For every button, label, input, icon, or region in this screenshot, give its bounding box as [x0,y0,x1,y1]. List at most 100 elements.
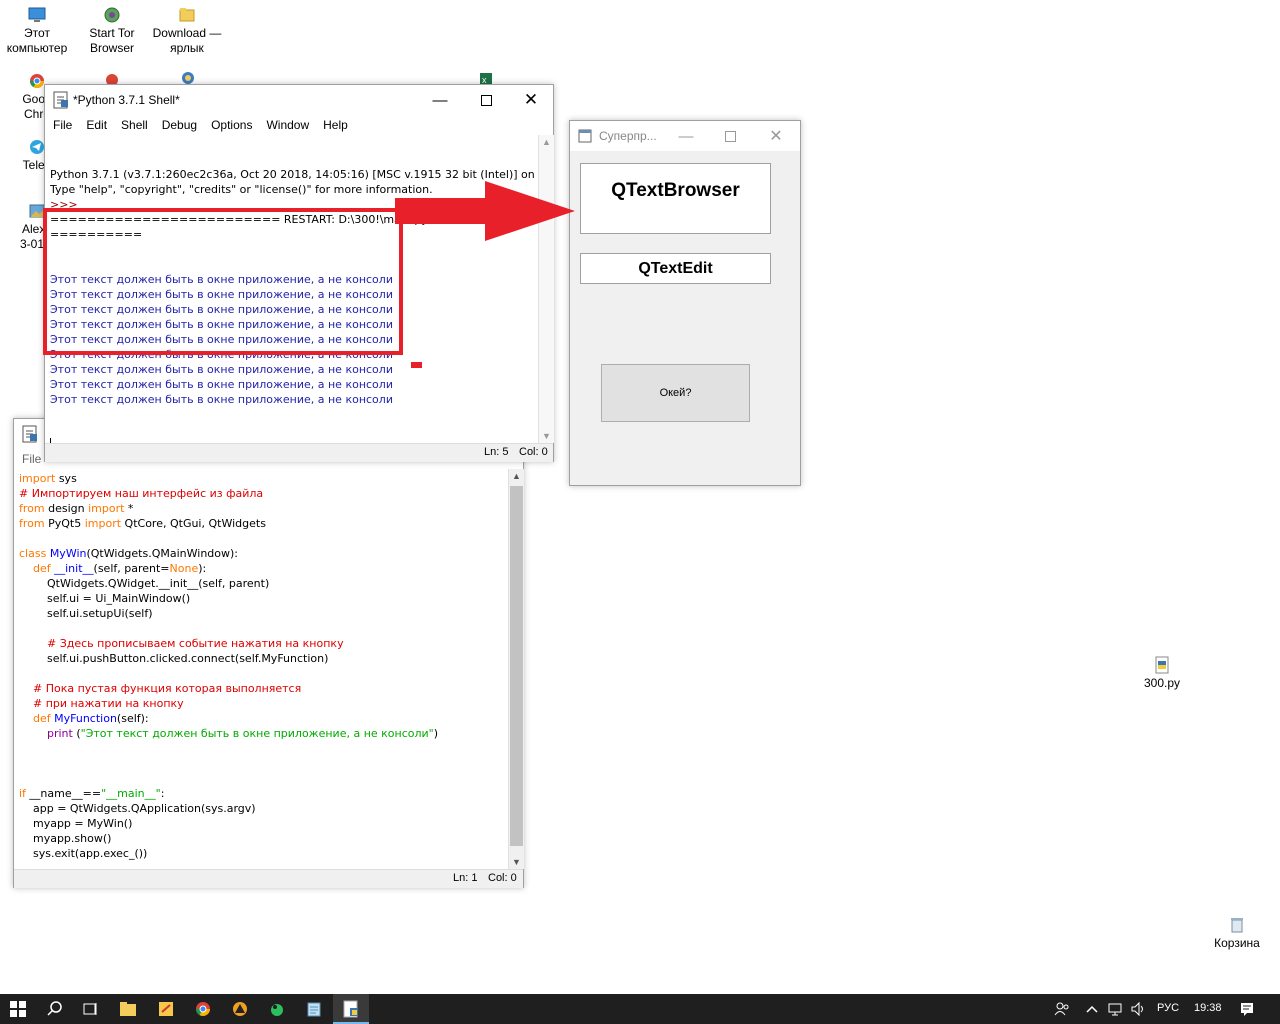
editor-scrollbar[interactable]: ▲ ▼ [508,469,524,869]
shell-menu-shell[interactable]: Shell [114,115,155,132]
desktop-icon-label: Download — ярлык [152,26,222,55]
code-token: import [88,502,125,515]
qt-titlebar[interactable]: Суперпр... — ✕ [570,121,800,151]
code-token: self.ui.setupUi(self) [19,607,153,620]
ok-button[interactable]: Окей? [601,364,750,422]
shell-menu-options[interactable]: Options [204,115,259,132]
minimize-button[interactable]: — [417,85,463,115]
clock-time[interactable]: 19:38 [1194,1002,1222,1014]
editor-status-ln: Ln: 1 [453,872,478,884]
volume-icon[interactable] [1128,999,1148,1019]
code-token: __init__ [54,562,94,575]
code-token: class [19,547,47,560]
editor-code-area[interactable]: import sys # Импортируем наш интерфейс из… [19,471,509,867]
scroll-up-arrow[interactable]: ▲ [542,137,551,147]
minimize-button[interactable]: — [664,121,708,151]
code-token: from [19,502,45,515]
language-indicator[interactable]: РУС [1157,1002,1179,1014]
shell-status-ln: Ln: 5 [484,446,509,458]
qtextedit-text: QTextEdit [638,259,713,277]
code-line: app = QtWidgets.QApplication(sys.argv) [19,801,509,816]
code-line: myapp = MyWin() [19,816,509,831]
desktop-icon-300-py[interactable]: 300.py [1125,656,1199,691]
qt-app-window[interactable]: Суперпр... — ✕ QTextBrowser QTextEdit Ок… [569,120,801,486]
idle-editor-window[interactable]: File import sys # Импортируем наш интерфе… [13,418,524,888]
code-line: myapp.show() [19,831,509,846]
shell-menu-edit[interactable]: Edit [79,115,114,132]
code-token: (self, parent= [93,562,170,575]
code-line: print ("Этот текст должен быть в окне пр… [19,726,509,741]
code-line: # Здесь прописываем событие нажатия на к… [19,636,509,651]
code-token: from [19,517,45,530]
code-token: MyFunction [54,712,117,725]
code-token: # Импортируем наш интерфейс из файла [19,487,264,500]
notes-app-icon[interactable] [156,999,176,1019]
annotation-highlight-box [43,208,403,355]
notepad-icon[interactable] [304,999,324,1019]
close-button[interactable]: ✕ [754,121,798,151]
taskbar-active-idle[interactable] [333,994,369,1024]
desktop-icon-label: Этот компьютер [6,26,68,55]
task-view-icon[interactable] [80,999,100,1019]
people-icon[interactable] [1052,999,1072,1019]
evernote-icon[interactable] [267,999,287,1019]
code-line: sys.exit(app.exec_()) [19,846,509,861]
windows-logo-icon [10,1001,26,1017]
code-token: PyQt5 [44,517,85,530]
network-icon[interactable] [1105,999,1125,1019]
scroll-down-arrow[interactable]: ▼ [542,431,551,441]
code-line: # Пока пустая функция которая выполняетс… [19,681,509,696]
desktop-icon-download-shortcut[interactable]: Download — ярлык [150,6,224,56]
maximize-button[interactable] [463,85,509,115]
code-token: QtCore, QtGui, QtWidgets [121,517,266,530]
code-token: # Здесь прописываем событие нажатия на к… [46,637,344,650]
triangle-app-icon[interactable] [230,999,250,1019]
desktop-icon-tor-browser[interactable]: Start Tor Browser [75,6,149,56]
chevron-up-icon[interactable] [1082,999,1102,1019]
start-button[interactable] [8,999,28,1019]
code-token: ( [72,727,81,740]
scroll-thumb[interactable] [510,486,523,846]
shell-menu-help[interactable]: Help [316,115,355,132]
shell-output-line: Этот текст должен быть в окне приложение… [50,393,393,406]
qtextedit-widget[interactable]: QTextEdit [580,253,771,284]
scroll-up-arrow[interactable]: ▲ [512,471,521,481]
recycle-bin-icon [1231,918,1243,933]
close-button[interactable]: ✕ [508,85,554,115]
code-line: # Импортируем наш интерфейс из файла [19,486,509,501]
search-icon[interactable] [45,999,65,1019]
notification-icon[interactable] [1237,999,1257,1019]
ok-button-label: Окей? [659,387,692,399]
qtextbrowser-text: QTextBrowser [611,180,740,201]
code-token: * [124,502,134,515]
code-token: import [19,472,56,485]
maximize-button[interactable] [708,121,752,151]
file-explorer-icon[interactable] [118,999,138,1019]
qtextbrowser-widget[interactable]: QTextBrowser [580,163,771,234]
code-token: (self): [116,712,149,725]
code-token: sys.exit(app.exec_()) [19,847,148,860]
shell-menu-file[interactable]: File [45,115,79,132]
shell-menubar: File Edit Shell Debug Options Window Help [45,115,553,135]
desktop-icon-recycle-bin[interactable]: Корзина [1200,916,1274,951]
idle-icon [343,1000,358,1018]
shell-menu-window[interactable]: Window [259,115,316,132]
code-line: # при нажатии на кнопку [19,696,509,711]
code-token: myapp.show() [19,832,112,845]
code-line: from PyQt5 import QtCore, QtGui, QtWidge… [19,516,509,531]
annotation-red-mark [411,362,422,368]
chrome-icon[interactable] [193,999,213,1019]
shell-menu-debug[interactable]: Debug [155,115,204,132]
code-token: self.ui = Ui_MainWindow() [19,592,191,605]
code-line: self.ui.pushButton.clicked.connect(self.… [19,651,509,666]
code-line: class MyWin(QtWidgets.QMainWindow): [19,546,509,561]
code-line: QtWidgets.QWidget.__init__(self, parent) [19,576,509,591]
code-line: def __init__(self, parent=None): [19,561,509,576]
shell-output-line: Этот текст должен быть в окне приложение… [50,378,393,391]
shell-titlebar[interactable]: *Python 3.7.1 Shell* — ✕ [45,85,553,115]
scroll-down-arrow[interactable]: ▼ [512,857,521,867]
desktop-icon-this-pc[interactable]: Этот компьютер [0,6,74,56]
